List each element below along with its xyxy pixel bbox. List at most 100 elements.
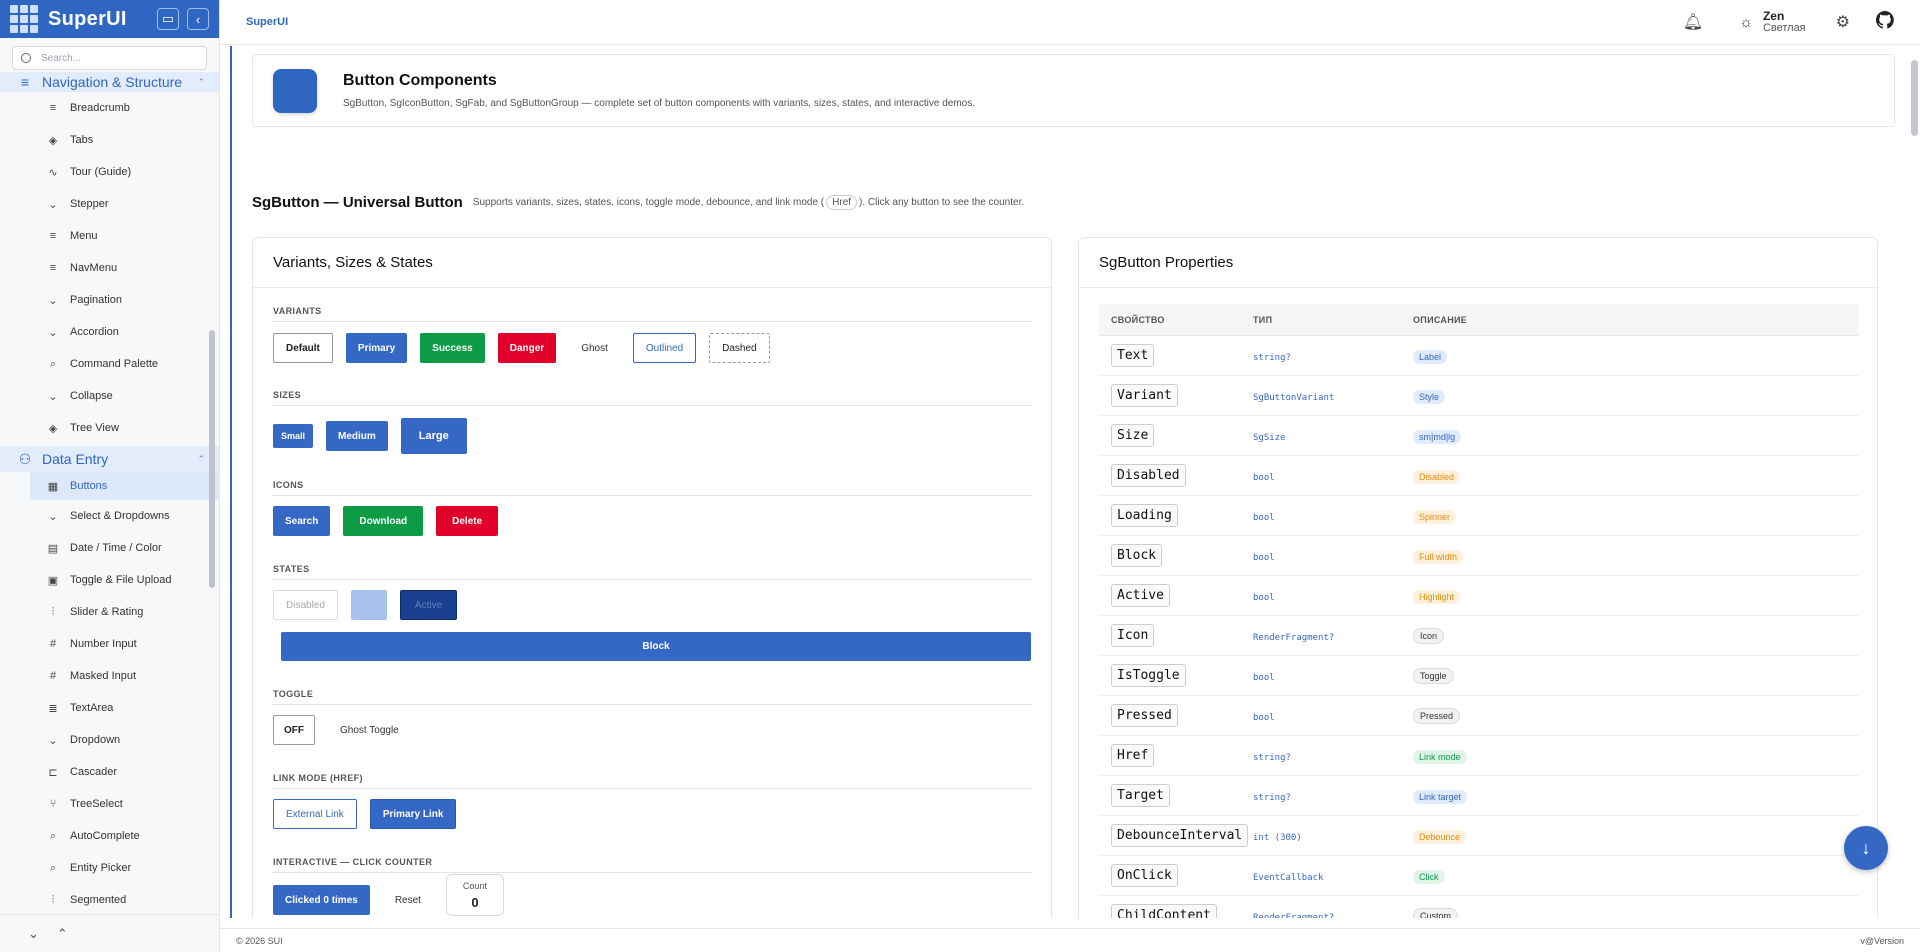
property-description-badge: Spinner <box>1413 509 1457 524</box>
sidebar-item-breadcrumb[interactable]: ≡ Breadcrumb <box>0 92 219 124</box>
sidebar-item-label: Buttons <box>70 480 108 492</box>
ghost-button[interactable]: Ghost <box>569 333 620 363</box>
nav-item-icon: ∿ <box>48 166 58 179</box>
success-button[interactable]: Success <box>420 333 485 363</box>
sidebar-item-textarea[interactable]: ≣ TextArea <box>0 692 219 724</box>
property-description-badge: Click <box>1413 869 1445 884</box>
sidebar-item-dropdown[interactable]: ⌄ Dropdown <box>0 724 219 756</box>
sidebar-item-treeselect[interactable]: ⑂ TreeSelect <box>0 788 219 820</box>
sidebar-item-tour-guide[interactable]: ∿ Tour (Guide) <box>0 156 219 188</box>
theme-switcher[interactable]: ☼ Zen Светлая <box>1739 10 1805 34</box>
property-description-badge: Pressed <box>1413 708 1461 724</box>
sidebar-item-command-palette[interactable]: ⌕ Command Palette <box>0 348 219 380</box>
table-row: Disabled bool Disabled <box>1099 456 1859 496</box>
page-description: SgButton, SgIconButton, SgFab, and SgBut… <box>343 98 976 109</box>
click-counter-button[interactable]: Clicked 0 times <box>273 885 370 915</box>
dashed-button[interactable]: Dashed <box>709 333 770 363</box>
sidebar-item-cascader[interactable]: ⊏ Cascader <box>0 756 219 788</box>
search-button[interactable]: Search <box>273 506 331 536</box>
breadcrumb[interactable]: SuperUI <box>246 16 1653 28</box>
active-button[interactable]: Active <box>399 590 458 620</box>
nav-item-icon: ≡ <box>49 262 57 274</box>
sidebar-item-accordion[interactable]: ⌄ Accordion <box>0 316 219 348</box>
nav-item-icon: ⌄ <box>48 326 58 339</box>
ghost-toggle-button[interactable]: Ghost Toggle <box>328 715 411 745</box>
nav-item-icon: ⌕ <box>49 829 57 842</box>
property-type: RenderFragment? <box>1253 633 1335 643</box>
small-button[interactable]: Small <box>273 424 314 448</box>
scroll-down-fab[interactable]: ↓ <box>1844 826 1888 870</box>
sidebar-item-stepper[interactable]: ⌄ Stepper <box>0 188 219 220</box>
property-type: int (300) <box>1253 833 1302 843</box>
sidebar-item-tree-view[interactable]: ◈ Tree View <box>0 412 219 444</box>
sidebar-item-date-time-color[interactable]: ▤ Date / Time / Color <box>0 532 219 564</box>
sidebar-search-input[interactable]: Search... <box>12 46 207 70</box>
toggle-off-button[interactable]: OFF <box>273 715 315 745</box>
bell-icon[interactable]: 🔔︎ <box>1683 12 1703 32</box>
external-link-button[interactable]: External Link <box>273 799 357 829</box>
large-button[interactable]: Large <box>400 418 467 454</box>
primary-link-button[interactable]: Primary Link <box>369 799 457 829</box>
property-name: ChildContent <box>1111 904 1217 918</box>
sidebar-item-entity-picker[interactable]: ⌕ Entity Picker <box>0 852 219 884</box>
sidebar-item-slider-rating[interactable]: ⫶ Slider & Rating <box>0 596 219 628</box>
collapse-sidebar-icon[interactable]: ‹ <box>187 8 209 30</box>
expand-all-icon[interactable]: ⌃ <box>57 926 68 942</box>
section-description: Supports variants, sizes, states, icons,… <box>472 195 1025 210</box>
theme-mode: Светлая <box>1762 22 1806 34</box>
gear-icon[interactable]: ⚙ <box>1836 12 1850 32</box>
medium-button[interactable]: Medium <box>326 421 388 451</box>
top-header: SuperUI 🔔︎ ☼ Zen Светлая ⚙ <box>220 0 1920 45</box>
sidebar-footer: ⌄ ⌃ <box>0 914 219 952</box>
block-button[interactable]: Block <box>281 632 1031 661</box>
download-button[interactable]: Download <box>343 506 424 536</box>
table-row: Loading bool Spinner <box>1099 496 1859 536</box>
sidebar-item-number-input[interactable]: # Number Input <box>0 628 219 660</box>
sidebar-item-autocomplete[interactable]: ⌕ AutoComplete <box>0 820 219 852</box>
count-label: Count <box>462 880 487 891</box>
sidebar-item-collapse[interactable]: ⌄ Collapse <box>0 380 219 412</box>
user-edit-icon: ⚇ <box>18 450 32 467</box>
property-description-badge: Style <box>1413 389 1446 404</box>
sidebar-group-data-entry[interactable]: ⚇ Data Entry ⌃ <box>0 446 219 472</box>
arrow-down-icon: ↓ <box>1861 837 1871 858</box>
table-row: Target string? Link target <box>1099 776 1859 816</box>
property-name: Variant <box>1111 384 1178 407</box>
sidebar-scrollbar[interactable] <box>209 330 215 588</box>
sidebar-item-menu[interactable]: ≡ Menu <box>0 220 219 252</box>
collapse-all-icon[interactable]: ⌄ <box>28 926 39 942</box>
layout-toggle-icon[interactable]: ▭ <box>157 8 179 30</box>
property-description-badge: Link target <box>1413 789 1468 804</box>
sidebar-item-label: Entity Picker <box>70 862 132 874</box>
sidebar-item-label: NavMenu <box>70 262 118 274</box>
sidebar-item-segmented[interactable]: ⫶ Segmented <box>0 884 219 914</box>
sidebar-item-label: Stepper <box>70 198 109 210</box>
page-footer: © 2026 SUI v@Version <box>220 928 1920 952</box>
github-icon[interactable] <box>1875 10 1894 34</box>
sidebar-item-pagination[interactable]: ⌄ Pagination <box>0 284 219 316</box>
nav-item-icon: ▤ <box>47 542 59 555</box>
page-title: Button Components <box>343 72 497 89</box>
property-name: IsToggle <box>1111 664 1186 687</box>
delete-button[interactable]: Delete <box>436 506 499 536</box>
outlined-button[interactable]: Outlined <box>632 333 697 363</box>
sidebar-item-tabs[interactable]: ◈ Tabs <box>0 124 219 156</box>
table-row: Text string? Label <box>1099 336 1859 376</box>
nav-item-icon: ⌄ <box>48 198 58 211</box>
reset-button[interactable]: Reset <box>383 885 433 915</box>
danger-button[interactable]: Danger <box>497 333 557 363</box>
sidebar-item-navmenu[interactable]: ≡ NavMenu <box>0 252 219 284</box>
sidebar-item-buttons[interactable]: ▦ Buttons <box>30 472 219 500</box>
page-scrollbar[interactable] <box>1911 60 1918 136</box>
states-row: Disabled Active <box>273 590 458 620</box>
default-button[interactable]: Default <box>273 333 333 363</box>
sidebar-item-toggle-file-upload[interactable]: ▣ Toggle & File Upload <box>0 564 219 596</box>
sidebar-item-label: Date / Time / Color <box>70 542 162 554</box>
primary-button[interactable]: Primary <box>345 333 408 363</box>
property-type: bool <box>1253 713 1275 723</box>
sidebar-group-navigation[interactable]: ≡ Navigation & Structure ⌃ <box>0 72 219 92</box>
property-type: bool <box>1253 553 1275 563</box>
nav-item-icon: ◈ <box>48 422 58 435</box>
sidebar-item-masked-input[interactable]: # Masked Input <box>0 660 219 692</box>
sidebar-item-select-dropdowns[interactable]: ⌄ Select & Dropdowns <box>0 500 219 532</box>
